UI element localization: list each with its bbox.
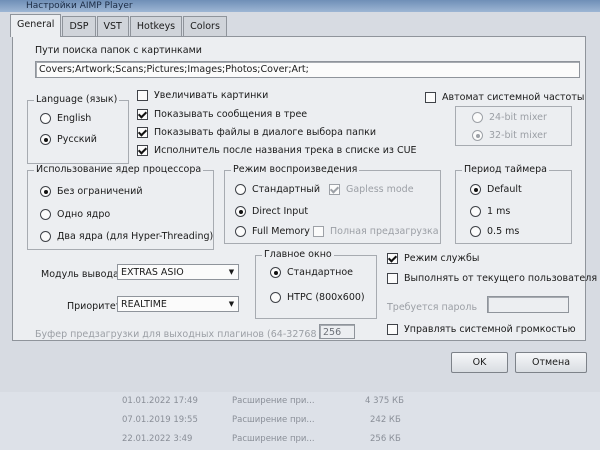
radio-icon: [40, 231, 51, 242]
checkbox-checked-icon: [329, 184, 340, 195]
tab-colors[interactable]: Colors: [183, 16, 227, 37]
checkbox-checked-icon: [137, 127, 148, 138]
language-russian-option[interactable]: Русский: [40, 134, 97, 145]
radio-icon: [472, 112, 483, 123]
playback-direct-input-option[interactable]: Direct Input: [235, 206, 308, 217]
checkbox-icon: [137, 90, 148, 101]
chevron-down-icon: ▼: [228, 268, 235, 276]
search-paths-label: Пути поиска папок с картинками: [35, 45, 202, 56]
radio-icon: [470, 226, 481, 237]
password-label: Требуется пароль: [387, 302, 478, 313]
checkbox-icon: [387, 273, 398, 284]
checkbox-icon: [387, 324, 398, 335]
auto-system-freq-checkbox[interactable]: Автомат системной частоты: [425, 92, 584, 103]
playback-mode-group: Режим воспроизведения Стандартный Gaples…: [224, 164, 441, 244]
radio-icon: [235, 226, 246, 237]
file-date: 07.01.2019 19:55: [122, 415, 198, 425]
ok-button[interactable]: OK: [451, 352, 508, 373]
timer-05ms-option[interactable]: 0.5 ms: [470, 226, 519, 237]
language-english-option[interactable]: English: [40, 113, 91, 124]
file-date: 01.01.2022 17:49: [122, 396, 198, 406]
show-files-checkbox[interactable]: Показывать файлы в диалоге выбора папки: [137, 127, 376, 138]
service-mode-checkbox[interactable]: Режим службы: [387, 253, 479, 264]
timer-period-group-title: Период таймера: [462, 164, 549, 175]
system-volume-checkbox[interactable]: Управлять системной громкостью: [387, 324, 576, 335]
cpu-cores-group-title: Использование ядер процессора: [34, 164, 204, 175]
file-type: Расширение при...: [232, 396, 315, 406]
file-size: 4 375 КБ: [365, 396, 404, 406]
tab-hotkeys[interactable]: Hotkeys: [129, 16, 183, 37]
tab-bar: General DSP VST Hotkeys Colors: [10, 14, 228, 37]
radio-checked-icon: [40, 186, 51, 197]
main-window-group-title: Главное окно: [262, 249, 334, 260]
cores-one-option[interactable]: Одно ядро: [40, 209, 110, 220]
cores-unlimited-option[interactable]: Без ограничений: [40, 186, 143, 197]
language-group-title: Language (язык): [34, 94, 120, 105]
timer-default-option[interactable]: Default: [470, 184, 522, 195]
radio-icon: [40, 209, 51, 220]
enlarge-pictures-checkbox[interactable]: Увеличивать картинки: [137, 90, 268, 101]
file-type: Расширение при...: [232, 415, 315, 425]
checkbox-checked-icon: [137, 109, 148, 120]
buffer-size-input[interactable]: 256: [319, 324, 355, 339]
file-size: 242 КБ: [370, 415, 401, 425]
file-size: 256 КБ: [370, 434, 401, 444]
radio-checked-icon: [470, 184, 481, 195]
file-explorer-background: 01.01.2022 17:49 Расширение при... 4 375…: [0, 392, 600, 450]
mixer-32bit-option[interactable]: 32-bit mixer: [472, 130, 547, 141]
playback-full-memory-option[interactable]: Full Memory: [235, 226, 310, 237]
timer-period-group: Период таймера Default 1 ms 0.5 ms: [455, 164, 572, 244]
output-module-label: Модуль вывода: [41, 269, 119, 280]
output-module-select[interactable]: EXTRAS ASIO ▼: [117, 264, 239, 280]
general-panel: Пути поиска папок с картинками Covers;Ar…: [12, 36, 597, 341]
cpu-cores-group: Использование ядер процессора Без ограни…: [27, 164, 214, 250]
tray-messages-checkbox[interactable]: Показывать сообщения в трее: [137, 109, 307, 120]
gapless-mode-checkbox[interactable]: Gapless mode: [329, 184, 414, 195]
language-group: Language (язык) English Русский: [27, 94, 129, 164]
checkbox-icon: [425, 92, 436, 103]
checkbox-icon: [313, 226, 324, 237]
playback-standard-option[interactable]: Стандартный: [235, 184, 320, 195]
radio-checked-icon: [472, 130, 483, 141]
radio-checked-icon: [40, 134, 51, 145]
mixer-24bit-option[interactable]: 24-bit mixer: [472, 112, 547, 123]
run-as-user-checkbox[interactable]: Выполнять от текущего пользователя: [387, 273, 597, 284]
checkbox-checked-icon: [387, 253, 398, 264]
cores-two-option[interactable]: Два ядра (для Hyper-Threading): [40, 231, 213, 242]
full-preload-checkbox[interactable]: Полная предзагрузка: [313, 226, 439, 237]
checkbox-checked-icon: [137, 145, 148, 156]
tab-general[interactable]: General: [10, 14, 62, 37]
cancel-button[interactable]: Отмена: [515, 352, 587, 373]
radio-checked-icon: [270, 267, 281, 278]
buffer-label: Буфер предзагрузки для выходных плагинов…: [35, 329, 340, 340]
search-paths-input[interactable]: Covers;Artwork;Scans;Pictures;Images;Pho…: [35, 61, 580, 78]
radio-icon: [40, 113, 51, 124]
mixer-group: 24-bit mixer 32-bit mixer: [455, 106, 572, 146]
cue-artist-checkbox[interactable]: Исполнитель после названия трека в списк…: [137, 145, 417, 156]
priority-label: Приоритет: [67, 301, 122, 312]
radio-icon: [235, 184, 246, 195]
chevron-down-icon: ▼: [228, 300, 235, 308]
window-title: Настройки AIMP Player: [0, 0, 600, 12]
password-input[interactable]: [487, 296, 569, 313]
timer-1ms-option[interactable]: 1 ms: [470, 206, 510, 217]
file-type: Расширение при...: [232, 434, 315, 444]
main-window-standard-option[interactable]: Стандартное: [270, 267, 353, 278]
file-date: 22.01.2022 3:49: [122, 434, 193, 444]
radio-icon: [270, 292, 281, 303]
main-window-htpc-option[interactable]: HTPC (800x600): [270, 292, 365, 303]
radio-icon: [470, 206, 481, 217]
main-window-group: Главное окно Стандартное HTPC (800x600): [255, 249, 377, 319]
priority-select[interactable]: REALTIME ▼: [117, 296, 239, 312]
playback-mode-group-title: Режим воспроизведения: [231, 164, 360, 175]
radio-checked-icon: [235, 206, 246, 217]
tab-vst[interactable]: VST: [96, 16, 129, 37]
tab-dsp[interactable]: DSP: [62, 16, 96, 37]
